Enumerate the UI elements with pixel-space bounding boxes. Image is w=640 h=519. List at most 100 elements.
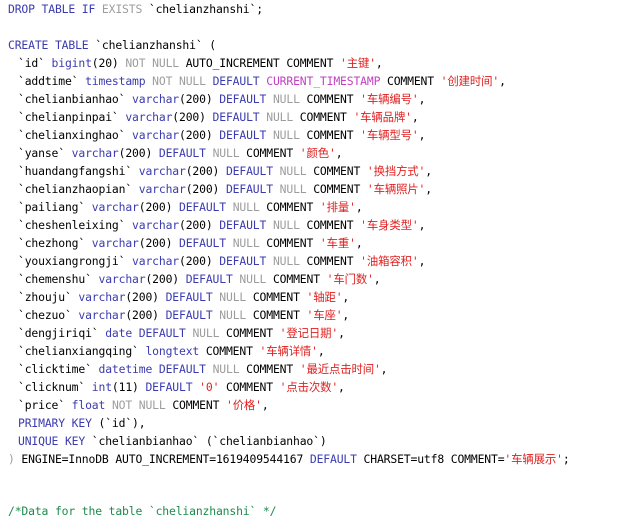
- code-token-plain: ,: [355, 200, 363, 214]
- code-line: `chelianzhaopian` varchar(200) DEFAULT N…: [18, 183, 432, 196]
- code-token-fn: CURRENT_TIMESTAMP: [266, 74, 381, 88]
- code-token-plain: (200): [138, 200, 180, 214]
- code-token-plain: COMMENT: [259, 200, 320, 214]
- code-token-plain: `youxiangrongji`: [18, 254, 133, 268]
- code-token-plain: COMMENT: [219, 380, 280, 394]
- code-token-plain: AUTO_INCREMENT COMMENT: [179, 56, 341, 70]
- code-token-plain: (`id`),: [91, 416, 146, 430]
- code-token-plain: COMMENT: [380, 74, 441, 88]
- code-token-str: '车辆展示': [504, 452, 563, 466]
- code-token-str: '排量': [319, 200, 356, 214]
- code-token-plain: (11): [111, 380, 146, 394]
- code-token-plain: `clicktime`: [18, 362, 99, 376]
- code-token-str: '换挡方式': [366, 164, 426, 178]
- code-token-plain: COMMENT: [239, 146, 300, 160]
- code-line: `yanse` varchar(200) DEFAULT NULL COMMEN…: [18, 146, 343, 160]
- code-token-plain: (200): [118, 146, 159, 160]
- code-line: ) ENGINE=InnoDB AUTO_INCREMENT=161940954…: [8, 453, 570, 466]
- code-line: `clicknum` int(11) DEFAULT '0' COMMENT '…: [18, 381, 345, 394]
- code-token-typ: longtext: [145, 344, 200, 358]
- code-token-typ: varchar: [132, 218, 180, 232]
- code-token-plain: `chelianzhanshi` (: [88, 38, 216, 52]
- code-token-typ: varchar: [91, 236, 139, 250]
- code-token-mut: NULL: [219, 290, 247, 304]
- code-token-kw: PRIMARY KEY: [18, 416, 92, 430]
- code-token-str: '主键': [340, 56, 376, 70]
- code-token-plain: COMMENT: [299, 92, 361, 106]
- code-token-mut: NULL: [232, 236, 260, 250]
- code-token-plain: ,: [317, 344, 325, 358]
- code-token-kw: DEFAULT: [219, 92, 267, 106]
- code-token-plain: (200): [172, 110, 213, 124]
- code-line: `price` float NOT NULL COMMENT '价格',: [18, 399, 269, 412]
- code-token-typ: varchar: [91, 200, 139, 214]
- code-token-typ: varchar: [132, 128, 180, 142]
- code-token-plain: `clicknum`: [18, 380, 92, 394]
- code-line: `clicktime` datetime DEFAULT NULL COMMEN…: [18, 362, 388, 376]
- code-token-str: '最近点击时间': [299, 362, 381, 376]
- code-token-plain: COMMENT: [165, 398, 226, 412]
- code-token-plain: `chezuo`: [18, 308, 79, 322]
- code-token-plain: ,: [375, 56, 383, 70]
- code-line: UNIQUE KEY `chelianbianhao` (`chelianbia…: [18, 435, 327, 448]
- code-token-typ: varchar: [138, 182, 186, 196]
- code-token-plain: `price`: [18, 398, 72, 412]
- code-token-plain: ,: [342, 290, 350, 304]
- code-token-plain: ;: [562, 452, 570, 466]
- code-token-typ: int: [91, 380, 112, 394]
- code-token-mut: NULL: [232, 200, 260, 214]
- code-token-plain: ,: [418, 254, 426, 268]
- code-token-plain: `chemenshu`: [18, 272, 99, 286]
- code-token-kw: DEFAULT: [145, 380, 193, 394]
- code-token-str: '车辆型号': [360, 128, 419, 142]
- code-line: `chemenshu` varchar(200) DEFAULT NULL CO…: [18, 272, 381, 286]
- code-line: `chezhong` varchar(200) DEFAULT NULL COM…: [18, 237, 363, 250]
- code-token-mut: NULL: [272, 218, 300, 232]
- code-token-str: '油箱容积': [360, 254, 419, 268]
- code-token-plain: ,: [411, 110, 419, 124]
- code-token-plain: `chelianxiangqing`: [18, 344, 146, 358]
- code-token-typ: date: [105, 326, 133, 340]
- code-token-cmt: /*Data for the table `chelianzhanshi` */: [8, 504, 277, 518]
- code-token-kw: DROP TABLE IF: [8, 2, 96, 16]
- code-line: `youxiangrongji` varchar(200) DEFAULT NU…: [18, 255, 425, 268]
- code-token-str: '0': [199, 380, 220, 394]
- code-token-str: '车辆品牌': [353, 110, 412, 124]
- code-token-typ: varchar: [138, 164, 186, 178]
- code-token-kw: DEFAULT: [219, 128, 267, 142]
- code-token-kw: UNIQUE KEY: [18, 434, 86, 448]
- code-token-plain: (200): [185, 164, 226, 178]
- code-token-typ: bigint: [51, 56, 92, 70]
- code-token-plain: `chelianpinpai`: [18, 110, 126, 124]
- code-token-plain: `addtime`: [18, 74, 86, 88]
- code-token-plain: `pailiang`: [18, 200, 92, 214]
- code-token-kw: DEFAULT: [138, 326, 186, 340]
- code-line: `id` bigint(20) NOT NULL AUTO_INCREMENT …: [18, 57, 383, 70]
- code-token-str: '车身类型': [360, 218, 419, 232]
- code-token-mut: EXISTS: [101, 2, 143, 16]
- sql-code-view[interactable]: DROP TABLE IF EXISTS `chelianzhanshi`; CR…: [0, 0, 640, 519]
- code-token-kw: DEFAULT: [179, 200, 226, 214]
- code-token-str: '颜色': [299, 146, 336, 160]
- code-token-str: '车座': [306, 308, 343, 322]
- code-line: `chelianxiangqing` longtext COMMENT '车辆详…: [18, 345, 325, 358]
- code-token-plain: COMMENT: [299, 254, 361, 268]
- code-token-plain: `chezhong`: [18, 236, 92, 250]
- code-token-mut: NULL: [239, 272, 267, 286]
- code-token-plain: (200): [179, 128, 220, 142]
- code-token-mut: NULL: [272, 254, 300, 268]
- code-token-typ: varchar: [125, 110, 173, 124]
- code-token-plain: COMMENT: [299, 218, 361, 232]
- code-token-typ: varchar: [78, 290, 126, 304]
- code-token-kw: DEFAULT: [212, 110, 260, 124]
- code-token-str: '创建时间': [440, 74, 500, 88]
- code-token-str: '点击次数': [279, 380, 339, 394]
- code-token-str: '车门数': [326, 272, 374, 286]
